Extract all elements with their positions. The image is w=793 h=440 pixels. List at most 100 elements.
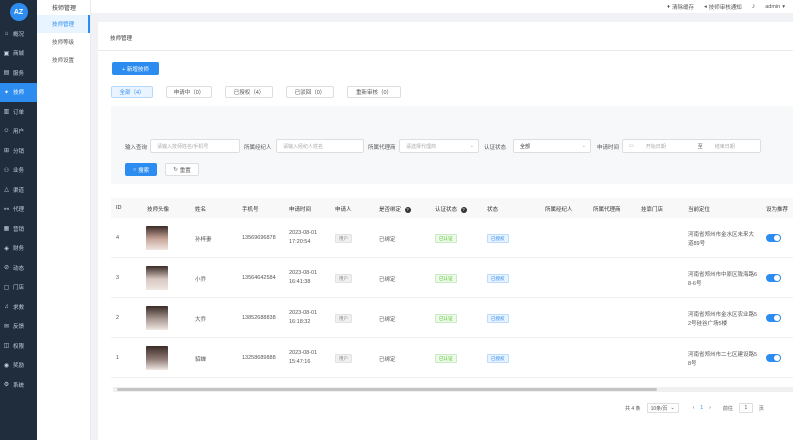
- app-logo[interactable]: AZ: [0, 0, 37, 24]
- home-icon: ⌂: [4, 30, 9, 37]
- username: admin: [765, 3, 781, 10]
- submenu-item-technician-settings[interactable]: 技师设置: [37, 51, 90, 69]
- keyword-input[interactable]: 请输入技师姓名/手机号: [150, 139, 240, 153]
- tab-re-review[interactable]: 重新审核（0）: [347, 86, 401, 98]
- chevron-down-icon: ⌄: [581, 143, 586, 149]
- cell-apply-date: 2023-08-01: [289, 310, 318, 316]
- nav-item-user[interactable]: ☺ 用户: [0, 122, 37, 142]
- clear-cache-button[interactable]: ♦ 清除缓存: [667, 3, 694, 11]
- cell-id: 4: [116, 235, 120, 241]
- cell-apply-date: 2023-08-01: [289, 230, 318, 236]
- submenu-title: 技师管理: [52, 6, 77, 12]
- finance-icon: ◈: [4, 245, 9, 252]
- recommend-toggle[interactable]: [766, 314, 781, 322]
- cell-location-line1: 河南省郑州市二七区建设路5: [688, 352, 758, 358]
- submenu-item-technician-management[interactable]: 技师管理: [37, 15, 90, 33]
- help-icon[interactable]: ?: [460, 207, 467, 213]
- table-row[interactable]: 3 小乔 13564642584 2023-08-01 16:41:38 用户 已绑定 已认证…: [111, 258, 793, 298]
- reset-button-label: 重置: [179, 167, 191, 174]
- horizontal-scrollbar[interactable]: [113, 387, 793, 392]
- nav-item-label: 反馈: [13, 324, 25, 331]
- nav-item-system[interactable]: ⚙ 系统: [0, 375, 37, 395]
- nav-item-permission[interactable]: ◫ 权限: [0, 336, 37, 356]
- cell-location-line1: 河南省郑州市中原区陇海路6: [688, 272, 758, 278]
- nav-item-label: 服务: [13, 70, 25, 77]
- th-applicant: 申请人: [335, 207, 352, 213]
- nav-item-label: 订单: [13, 109, 25, 116]
- manager-input[interactable]: 请输入经纪人姓名: [276, 139, 364, 153]
- nav-item-channel[interactable]: △ 渠道: [0, 180, 37, 200]
- cell-name: 孙梓妻: [195, 237, 212, 243]
- page-number-1[interactable]: 1: [700, 405, 703, 411]
- store-icon: ▢: [3, 284, 10, 291]
- notification-bell[interactable]: ♪: [752, 3, 756, 10]
- refresh-icon: ↻: [173, 166, 178, 173]
- user-menu[interactable]: admin ▾: [765, 4, 785, 10]
- agent-select[interactable]: 请选择代理商 ⌄: [399, 139, 479, 153]
- prev-page-button[interactable]: ‹: [693, 405, 695, 411]
- nav-item-distribution[interactable]: ⊞ 分销: [0, 141, 37, 161]
- nav-item-agent[interactable]: ⚯ 代理: [0, 200, 37, 220]
- recommend-toggle[interactable]: [766, 354, 781, 362]
- tech-notice-button[interactable]: ◂ 技师审核通知: [704, 3, 742, 11]
- search-button[interactable]: ○ 搜索: [125, 163, 157, 176]
- news-icon: ⊘: [3, 265, 10, 272]
- next-page-button[interactable]: ›: [709, 405, 711, 411]
- th-avatar: 技师头像: [147, 207, 170, 213]
- nav-item-finance[interactable]: ◈ 财务: [0, 239, 37, 259]
- th-bound: 是否绑定 ?: [379, 205, 411, 213]
- table-row[interactable]: 1 貂蝉 13258689888 2023-08-01 15:47:16 用户 已绑定 已认证…: [111, 338, 793, 378]
- tab-applying[interactable]: 申请中（0）: [166, 86, 212, 98]
- th-cert-status-label: 认证状态: [435, 207, 458, 213]
- pagination: 共 4 条 10条/页 ⌄ ‹ 1 › 前往 1 页: [625, 403, 764, 413]
- table-header: ID 技师头像 姓名 手机号 申请时间 申请人 是否绑定 ? 认证状态 ? 状态…: [111, 198, 793, 218]
- date-range-picker[interactable]: ▭ 开始日期 至 结束日期: [622, 139, 761, 153]
- recommend-toggle[interactable]: [766, 234, 781, 242]
- th-cert-status: 认证状态 ?: [435, 205, 467, 213]
- nav-item-marketing[interactable]: ▦ 营销: [0, 219, 37, 239]
- tab-rejected[interactable]: 已驳回（0）: [286, 86, 334, 98]
- reset-button[interactable]: ↻ 重置: [165, 163, 199, 176]
- scrollbar-thumb[interactable]: [117, 388, 657, 391]
- table-row[interactable]: 4 孙梓妻 13569696878 2023-08-01 17:20:54 用户 已绑定 已认…: [111, 218, 793, 258]
- nav-item-news[interactable]: ⊘ 动态: [0, 258, 37, 278]
- technician-avatar[interactable]: [146, 306, 168, 330]
- tab-authorized[interactable]: 已授权（4）: [225, 86, 273, 98]
- cell-phone: 13569696878: [242, 235, 276, 241]
- cert-status-select[interactable]: 全部 ⌄: [513, 139, 591, 153]
- add-technician-button[interactable]: + 新增技师: [112, 62, 159, 75]
- recommend-toggle[interactable]: [766, 274, 781, 282]
- cell-name: 大乔: [195, 317, 207, 323]
- nav-item-help[interactable]: ♫ 求救: [0, 297, 37, 317]
- logo-badge: AZ: [9, 3, 28, 21]
- nav-item-shop[interactable]: ▣ 商城: [0, 44, 37, 64]
- nav-item-feedback[interactable]: ✉ 反馈: [0, 317, 37, 337]
- cell-location-line1: 河南省郑州市金水区农业路5: [688, 312, 758, 318]
- nav-item-order[interactable]: ▥ 订单: [0, 102, 37, 122]
- help-icon[interactable]: ?: [404, 207, 411, 213]
- technician-avatar[interactable]: [146, 226, 168, 250]
- feedback-icon: ✉: [3, 323, 10, 330]
- search-button-label: 搜索: [138, 167, 150, 174]
- nav-item-business[interactable]: ⚇ 业务: [0, 161, 37, 181]
- goto-page-input[interactable]: 1: [738, 403, 753, 413]
- nav-item-award[interactable]: ◉ 奖励: [0, 356, 37, 376]
- agent-select-placeholder: 请选择代理商: [406, 143, 437, 150]
- speaker-icon: ◂: [703, 3, 707, 10]
- order-icon: ▥: [3, 109, 10, 116]
- tab-all[interactable]: 全部（4）: [111, 86, 153, 98]
- status-tag: 已授权: [487, 274, 509, 283]
- technician-avatar[interactable]: [146, 266, 168, 290]
- cell-location-line1: 河南省郑州市金水区未来大: [688, 232, 755, 238]
- nav-item-technician[interactable]: ✦ 技师: [0, 82, 37, 102]
- nav-item-home[interactable]: ⌂ 概况: [0, 24, 37, 44]
- table-row[interactable]: 2 大乔 13852688838 2023-08-01 16:18:32 用户 已绑定 已认证…: [111, 298, 793, 338]
- cert-status-tag: 已认证: [435, 234, 457, 243]
- submenu-item-technician-level[interactable]: 技师等级: [37, 33, 90, 51]
- technician-avatar[interactable]: [146, 346, 168, 370]
- nav-item-store[interactable]: ▢ 门店: [0, 278, 37, 298]
- page-size-select[interactable]: 10条/页 ⌄: [646, 403, 679, 413]
- nav-item-service[interactable]: ▤ 服务: [0, 63, 37, 83]
- cell-apply-time: 17:20:54: [289, 239, 311, 245]
- status-tag: 已授权: [487, 354, 509, 363]
